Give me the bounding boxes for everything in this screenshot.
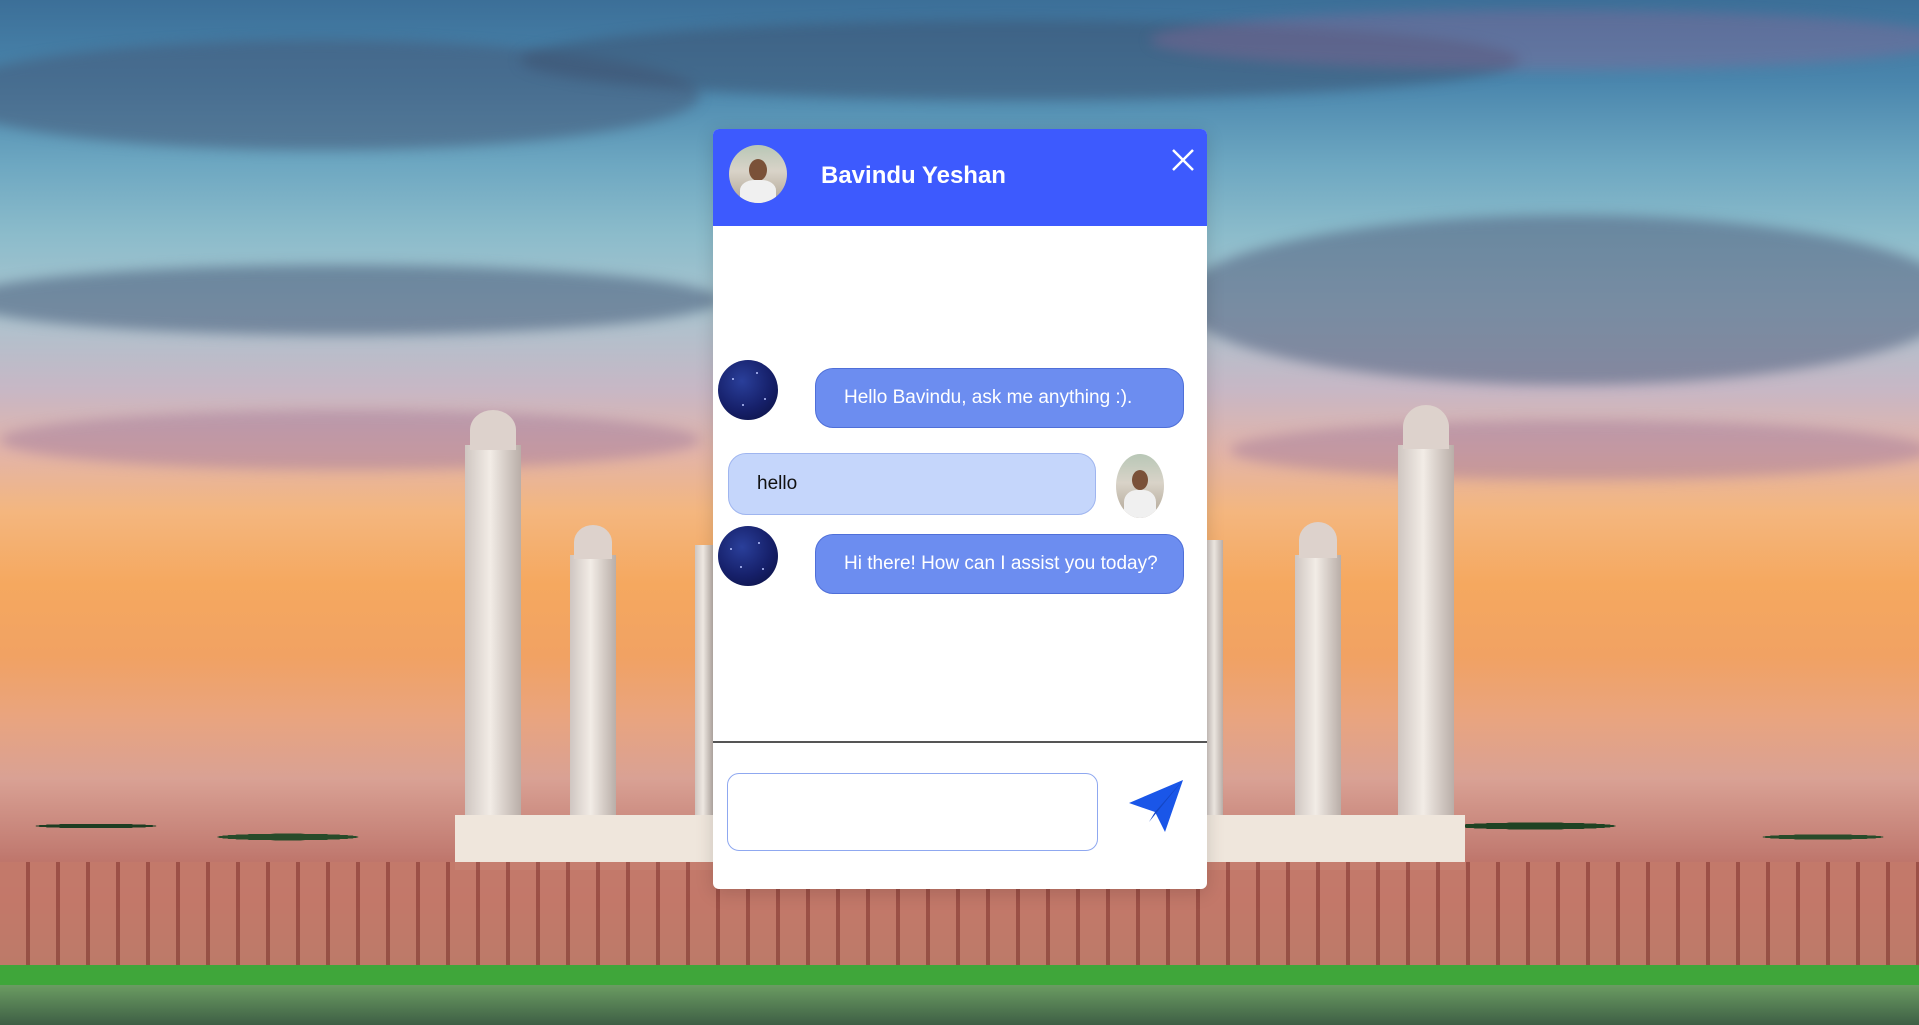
user-message-bubble: hello bbox=[728, 453, 1096, 515]
minaret bbox=[1398, 445, 1454, 815]
minaret-dome bbox=[574, 525, 612, 559]
minaret-dome bbox=[1403, 405, 1449, 449]
close-icon bbox=[1172, 149, 1194, 171]
minaret bbox=[695, 545, 713, 815]
bot-message-bubble: Hi there! How can I assist you today? bbox=[815, 534, 1184, 594]
star bbox=[742, 404, 744, 406]
avatar-head bbox=[749, 159, 767, 181]
user-message-text: hello bbox=[757, 473, 798, 494]
water bbox=[0, 985, 1919, 1025]
bot-avatar bbox=[718, 526, 778, 586]
avatar-body bbox=[1124, 490, 1156, 518]
send-button[interactable] bbox=[1125, 776, 1187, 836]
bot-message-text: Hello Bavindu, ask me anything :). bbox=[844, 387, 1133, 408]
minaret bbox=[1295, 555, 1341, 815]
user-photo-avatar bbox=[1116, 454, 1164, 518]
avatar-head bbox=[1132, 470, 1148, 490]
minaret-dome bbox=[1299, 522, 1337, 558]
send-icon bbox=[1129, 780, 1183, 832]
avatar-body bbox=[740, 180, 776, 203]
bot-message-text: Hi there! How can I assist you today? bbox=[844, 553, 1158, 574]
cloud bbox=[0, 265, 720, 335]
minaret-dome bbox=[470, 410, 516, 450]
minaret bbox=[1207, 540, 1223, 815]
star bbox=[764, 398, 766, 400]
close-button[interactable] bbox=[1168, 145, 1198, 175]
cloud bbox=[0, 410, 700, 470]
star bbox=[762, 568, 764, 570]
minaret bbox=[570, 555, 616, 815]
star bbox=[740, 566, 742, 568]
star bbox=[732, 378, 734, 380]
composer-divider bbox=[713, 741, 1207, 743]
star bbox=[758, 542, 760, 544]
chat-window: Bavindu Yeshan Hello Bavindu, ask me any… bbox=[713, 129, 1207, 889]
message-input[interactable] bbox=[727, 773, 1098, 851]
grass bbox=[0, 965, 1919, 985]
bot-message-bubble: Hello Bavindu, ask me anything :). bbox=[815, 368, 1184, 428]
contact-name: Bavindu Yeshan bbox=[821, 162, 1006, 189]
cloud bbox=[1230, 420, 1919, 480]
star bbox=[730, 548, 732, 550]
cloud bbox=[1150, 10, 1919, 70]
user-photo-avatar bbox=[729, 145, 787, 203]
minaret bbox=[465, 445, 521, 815]
star bbox=[756, 372, 758, 374]
cloud bbox=[1180, 215, 1919, 385]
bot-avatar bbox=[718, 360, 778, 420]
chat-header: Bavindu Yeshan bbox=[713, 129, 1207, 226]
